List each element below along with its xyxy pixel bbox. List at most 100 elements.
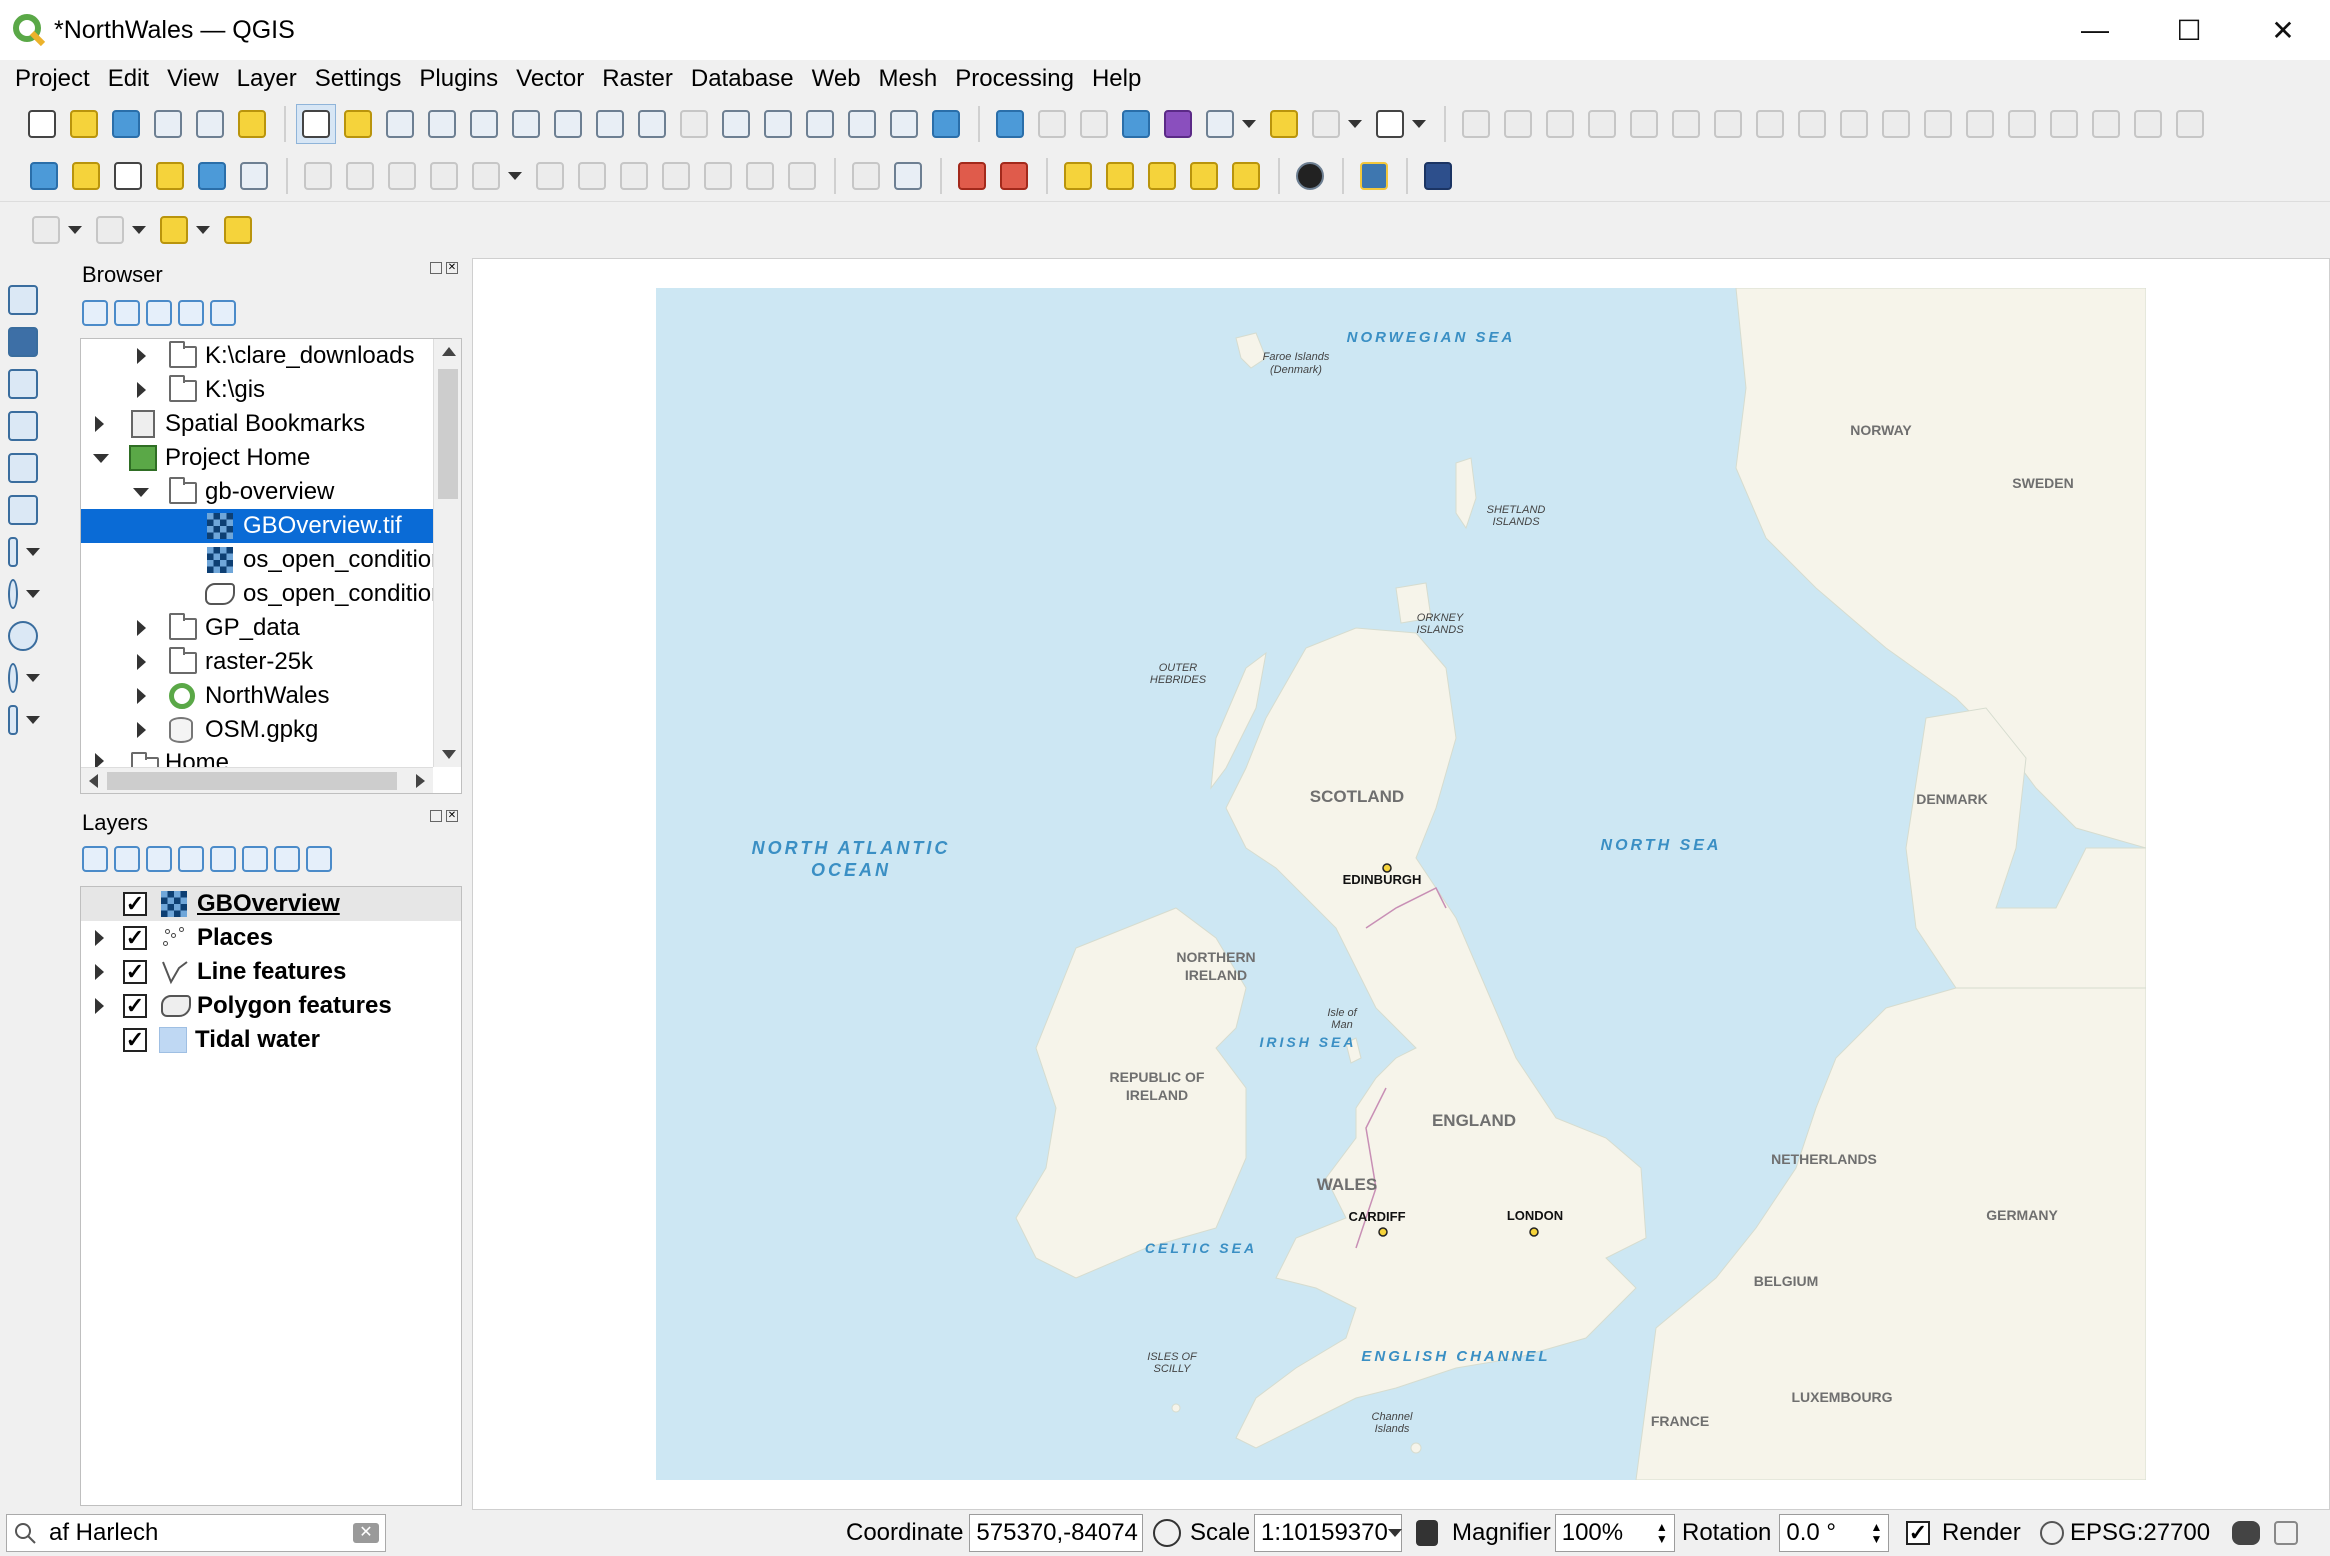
menu-project[interactable]: Project [6, 60, 99, 98]
refresh-icon[interactable] [114, 300, 140, 326]
add-vector-layer-icon[interactable] [8, 282, 48, 318]
new-temporary-layer-icon[interactable] [150, 156, 190, 196]
add-delimited-text-icon[interactable] [8, 408, 48, 444]
layer-row-polygon-features[interactable]: ✓ Polygon features [81, 989, 461, 1023]
refresh-icon[interactable] [926, 104, 966, 144]
zoom-full-icon[interactable] [464, 104, 504, 144]
add-raster-layer-icon[interactable] [8, 324, 48, 360]
label-move-icon[interactable] [1058, 156, 1098, 196]
zoom-to-selection-icon[interactable] [506, 104, 546, 144]
add-vector-layer-icon[interactable] [234, 156, 274, 196]
map-tips-icon[interactable] [1264, 104, 1304, 144]
browser-item[interactable]: os_open_condition [81, 543, 461, 577]
open-layer-styling-icon[interactable] [82, 846, 108, 872]
zoom-out-icon[interactable] [422, 104, 462, 144]
digitize-g[interactable] [1708, 104, 1748, 144]
crs-label[interactable]: EPSG:27700 [2070, 1519, 2210, 1547]
menu-vector[interactable]: Vector [507, 60, 593, 98]
browser-item[interactable]: os_open_condition [81, 577, 461, 611]
digitize-l[interactable] [1918, 104, 1958, 144]
filter-by-expression-icon[interactable] [210, 846, 236, 872]
menu-raster[interactable]: Raster [593, 60, 682, 98]
pan-to-selection-icon[interactable] [338, 104, 378, 144]
label-toolbar-a-icon[interactable] [846, 156, 886, 196]
new-project-icon[interactable] [22, 104, 62, 144]
select-by-value-dropdown-icon[interactable] [132, 226, 146, 234]
layer-row-tidal-water[interactable]: ✓ Tidal water [81, 1023, 461, 1057]
manage-map-themes-icon[interactable] [146, 846, 172, 872]
messages-icon[interactable] [2232, 1521, 2260, 1545]
show-layout-manager-icon[interactable] [190, 104, 230, 144]
add-wcs-layer-icon[interactable] [8, 618, 48, 654]
digitize-e[interactable] [1624, 104, 1664, 144]
menu-help[interactable]: Help [1083, 60, 1150, 98]
layer-visibility-checkbox[interactable]: ✓ [123, 926, 147, 950]
vertex-dropdown-icon[interactable] [508, 171, 522, 180]
menu-processing[interactable]: Processing [946, 60, 1083, 98]
measure-line-icon[interactable] [1200, 104, 1240, 144]
delete-selected-icon[interactable] [572, 156, 612, 196]
digitize-q[interactable] [2128, 104, 2168, 144]
rotation-spinbox[interactable]: 0.0 ° ▲ ▼ [1779, 1514, 1890, 1552]
processing-toolbox-icon[interactable] [1116, 104, 1156, 144]
label-properties-icon[interactable] [1184, 156, 1224, 196]
digitize-k[interactable] [1876, 104, 1916, 144]
python-console-icon[interactable] [1354, 156, 1394, 196]
current-edits-icon[interactable] [298, 156, 338, 196]
digitize-i[interactable] [1792, 104, 1832, 144]
close-panel-icon[interactable]: ✕ [446, 810, 458, 822]
layer-row-line-features[interactable]: ✓ Line features [81, 955, 461, 989]
quickmapservices-icon[interactable] [1290, 156, 1330, 196]
add-mesh-layer-icon[interactable] [8, 366, 48, 402]
locator-bar[interactable]: af Harlech ✕ [6, 1514, 386, 1552]
plugin-updates-icon[interactable] [2274, 1521, 2298, 1545]
select-by-area-dropdown-icon[interactable] [68, 226, 82, 234]
deselect-dropdown-icon[interactable] [196, 226, 210, 234]
select-features-icon[interactable] [1306, 104, 1346, 144]
browser-vertical-scrollbar[interactable] [433, 339, 461, 767]
new-virtual-layer-icon[interactable] [192, 156, 232, 196]
select-by-value-icon[interactable] [90, 210, 130, 250]
layer-row-places[interactable]: ✓ Places [81, 921, 461, 955]
menu-plugins[interactable]: Plugins [410, 60, 507, 98]
layer-visibility-checkbox[interactable]: ✓ [123, 960, 147, 984]
show-bookmarks-icon[interactable] [842, 104, 882, 144]
paste-features-icon[interactable] [698, 156, 738, 196]
annotation-dropdown-icon[interactable] [1412, 120, 1426, 128]
lock-scale-icon[interactable] [1416, 1520, 1439, 1546]
add-selected-layers-icon[interactable] [82, 300, 108, 326]
select-dropdown-icon[interactable] [1348, 120, 1362, 128]
new-spatial-bookmark-icon[interactable] [800, 104, 840, 144]
browser-item[interactable]: Spatial Bookmarks [81, 407, 461, 441]
remove-layer-icon[interactable] [306, 846, 332, 872]
menu-settings[interactable]: Settings [306, 60, 411, 98]
open-attribute-table-icon[interactable] [1032, 104, 1072, 144]
measure-dropdown-icon[interactable] [1242, 120, 1256, 128]
menu-database[interactable]: Database [682, 60, 803, 98]
digitize-j[interactable] [1834, 104, 1874, 144]
zoom-to-layer-icon[interactable] [548, 104, 588, 144]
save-edits-icon[interactable] [382, 156, 422, 196]
browser-item[interactable]: K:\gis [81, 373, 461, 407]
label-show-hide-icon[interactable] [1100, 156, 1140, 196]
add-wms-layer-icon[interactable] [8, 576, 48, 612]
browser-item-selected[interactable]: GBOverview.tif [81, 509, 433, 543]
browser-item[interactable]: gb-overview [81, 475, 461, 509]
new-shapefile-layer-icon[interactable] [108, 156, 148, 196]
add-group-icon[interactable] [114, 846, 140, 872]
zoom-next-icon[interactable] [674, 104, 714, 144]
close-button[interactable]: ✕ [2236, 0, 2330, 60]
filter-legend-icon[interactable] [178, 846, 204, 872]
toggle-extents-icon[interactable] [1153, 1519, 1182, 1547]
identify-features-icon[interactable] [990, 104, 1030, 144]
add-virtual-layer-icon[interactable] [8, 492, 48, 528]
minimize-button[interactable]: — [2048, 0, 2142, 60]
scale-combobox[interactable]: 1:10159370 [1254, 1514, 1403, 1552]
pan-map-icon[interactable] [296, 104, 336, 144]
vertex-tool-icon[interactable] [466, 156, 506, 196]
filter-browser-icon[interactable] [146, 300, 172, 326]
highlight-icon[interactable] [218, 210, 258, 250]
float-panel-icon[interactable] [430, 262, 442, 274]
crs-globe-icon[interactable] [2040, 1521, 2064, 1545]
zoom-last-icon[interactable] [632, 104, 672, 144]
